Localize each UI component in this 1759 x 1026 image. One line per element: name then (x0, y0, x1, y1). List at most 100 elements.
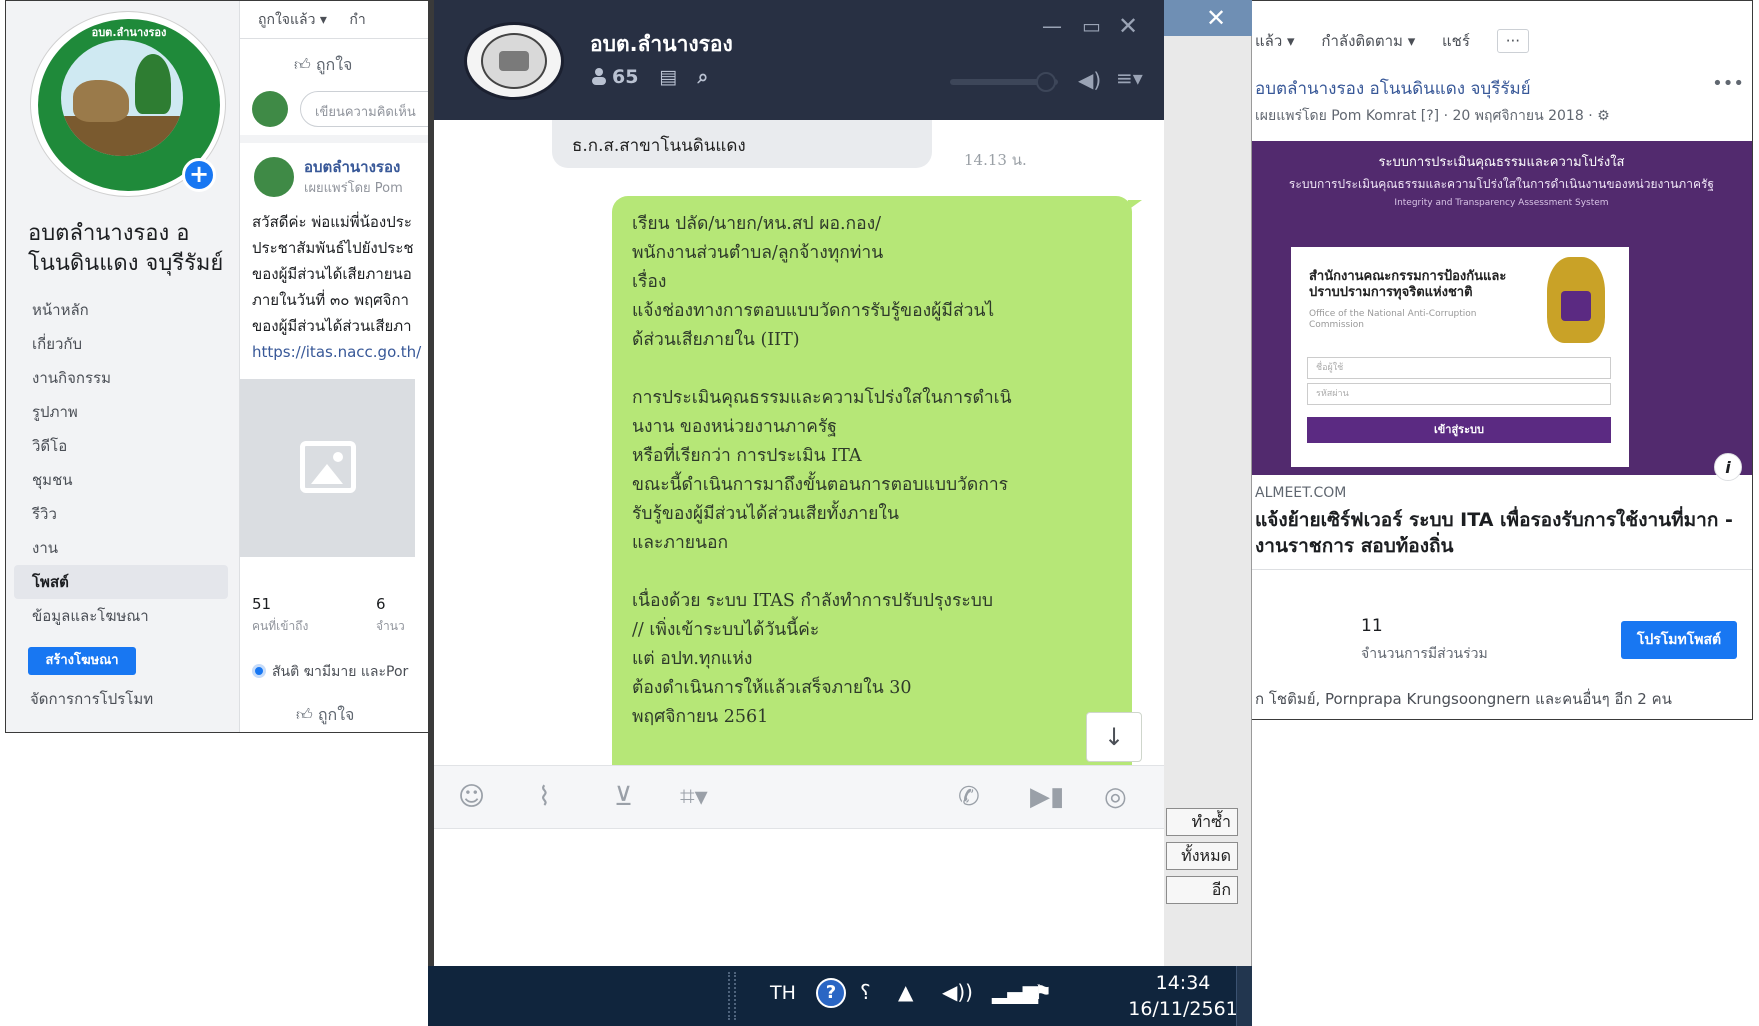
more-button[interactable]: อีก (1166, 876, 1238, 904)
avatar (252, 91, 288, 127)
minimize-icon[interactable]: — (1042, 14, 1062, 38)
save-icon[interactable]: ⊻ (614, 782, 633, 812)
chat-messages[interactable]: ธ.ก.ส.สาขาโนนดินแดง 14.13 น. เรียน ปลัด/… (434, 120, 1164, 766)
message-line: หรือที่เรียกว่า การประเมิน ITA (632, 446, 862, 466)
comment-composer: เขียนความคิดเห็น (240, 83, 429, 143)
message-input[interactable] (434, 830, 1164, 966)
message-line: เนื่องด้วย ระบบ ITAS กำลังทำการปรับปรุงร… (632, 591, 993, 611)
nav-item-posts[interactable]: โพสต์ (14, 565, 228, 599)
post-image-placeholder[interactable] (240, 379, 415, 557)
speaker-icon[interactable]: ◀) (1078, 68, 1101, 92)
search-icon[interactable]: ⌕ (698, 66, 709, 88)
reach-label: คนที่เข้าถึง (252, 619, 309, 633)
attachment-icon[interactable]: ⌇ (538, 782, 551, 812)
help-icon[interactable]: ? (816, 978, 846, 1008)
members-icon[interactable] (590, 67, 608, 85)
boost-post-button[interactable]: โปรโมทโพสต์ (1621, 621, 1737, 659)
reactions-summary[interactable]: สันติ ฆามีมาย และPor (252, 661, 408, 683)
like-label: ถูกใจ (317, 705, 355, 724)
add-photo-icon[interactable]: + (182, 158, 216, 192)
nav-item-home[interactable]: หน้าหลัก (6, 293, 236, 327)
taskbar-grip[interactable] (728, 972, 736, 1020)
feed-action-bar: ถูกใจแล้ว ▾ กำ (240, 1, 429, 39)
notes-icon[interactable]: ▤ (659, 66, 677, 88)
action-center-flag-icon[interactable]: ⚑ (1034, 980, 1052, 1004)
nav-item-events[interactable]: งานกิจกรรม (6, 361, 236, 395)
volume-icon[interactable]: ◀)) (942, 980, 973, 1004)
outgoing-message: เรียน ปลัด/นายก/หน.สป ผอ.กอง/ พนักงานส่ว… (612, 196, 1142, 766)
post-page-title[interactable]: อบตลำนางรอง อโนนดินแดง จบุรีรัมย์ (1255, 75, 1531, 102)
show-desktop-button[interactable] (1236, 966, 1252, 1026)
post-action-bar: แล้ว ▾ กำลังติดตาม ▾ แชร์ ··· (1249, 1, 1752, 71)
login-button: เข้าสู่ระบบ (1307, 417, 1611, 443)
more-options-button[interactable]: ··· (1496, 29, 1530, 53)
pen-icon[interactable]: ⸮ (860, 980, 871, 1004)
message-line: รับรู้ของผู้มีส่วนได้ส่วนเสียทั้งภายใน (632, 504, 899, 524)
username-field: ชื่อผู้ใช้ (1307, 357, 1611, 379)
engagement-label: จำนว (376, 619, 405, 633)
post-menu-icon[interactable]: ••• (1712, 73, 1744, 94)
maximize-icon[interactable]: ▭ (1082, 14, 1101, 38)
liked-button[interactable]: ถูกใจแล้ว ▾ (258, 12, 327, 28)
show-hidden-icons-icon[interactable]: ▲ (898, 980, 913, 1004)
post-author-name[interactable]: อบตลำนางรอง (304, 155, 400, 179)
all-button[interactable]: ทั้งหมด (1166, 842, 1238, 870)
video-call-icon[interactable]: ▶▮ (1030, 782, 1064, 812)
nav-item-photos[interactable]: รูปภาพ (6, 395, 236, 429)
network-signal-icon[interactable]: ▂▄▆ (992, 980, 1038, 1004)
engagement-count: 11 (1361, 616, 1383, 636)
nav-item-videos[interactable]: วิดีโอ (6, 429, 236, 463)
follow-button[interactable]: กำ (349, 12, 365, 28)
link-domain: ALMEET.COM (1255, 485, 1347, 501)
share-button[interactable]: แชร์ (1442, 29, 1470, 53)
post-author-avatar[interactable] (252, 155, 296, 199)
thumbs-up-icon: 👍︎ (296, 705, 318, 724)
org-name: สำนักงานคณะกรรมการป้องกันและ ปราบปรามการ… (1309, 269, 1507, 300)
close-icon[interactable]: ✕ (1118, 12, 1138, 40)
nav-item-info-ads[interactable]: ข้อมูลและโฆษณา (6, 599, 236, 633)
liked-button[interactable]: แล้ว ▾ (1255, 29, 1295, 53)
clock-date: 16/11/2561 (1128, 998, 1238, 1020)
message-line: ขณะนี้ดำเนินการมาถึงขั้นตอนการตอบแบบวัดก… (632, 475, 1009, 495)
message-line: การประเมินคุณธรรมและความโปร่งใสในการดำเน… (632, 388, 1012, 408)
nav-item-community[interactable]: ชุมชน (6, 463, 236, 497)
link-headline[interactable]: แจ้งย้ายเซิร์ฟเวอร์ ระบบ ITA เพื่อรองรับ… (1255, 507, 1749, 559)
post-link[interactable]: https://itas.nacc.go.th/ (252, 339, 429, 365)
reactions-summary[interactable]: ก โชติมย์, Pornprapa Krungsoongnern และค… (1255, 687, 1672, 711)
repeat-button[interactable]: ทำซ้ำ (1166, 808, 1238, 836)
menu-icon[interactable]: ≡▾ (1116, 66, 1143, 90)
engagement-count-label: จำนวนการมีส่วนร่วม (1361, 646, 1488, 662)
nav-item-reviews[interactable]: รีวิว (6, 497, 236, 531)
screenshot-crop-icon[interactable]: ⌗▾ (680, 782, 708, 813)
following-button[interactable]: กำลังติดตาม ▾ (1321, 29, 1415, 53)
group-avatar[interactable] (464, 22, 564, 100)
like-button-bottom[interactable]: 👍︎ ถูกใจ (296, 703, 354, 728)
like-button[interactable]: 👍︎ ถูกใจ (240, 39, 429, 83)
live-icon[interactable]: ◎ (1104, 782, 1127, 812)
nacc-emblem-icon (1547, 257, 1605, 343)
info-icon[interactable]: i (1714, 453, 1742, 481)
call-icon[interactable]: ✆ (958, 782, 980, 812)
post-text: สวัสดีค่ะ พ่อแม่พี่น้องประ ประชาสัมพันธ์… (240, 201, 429, 365)
clock[interactable]: 14:34 16/11/2561 (1128, 970, 1238, 1022)
link-preview-image[interactable]: ระบบการประเมินคุณธรรมและความโปร่งใส ระบบ… (1249, 141, 1752, 475)
manage-promotions-link[interactable]: จัดการการโปรโมท (30, 687, 153, 711)
message-line: เรื่อง (632, 272, 667, 292)
scroll-down-button[interactable]: ↓ (1086, 712, 1142, 762)
post-line: สวัสดีค่ะ พ่อแม่พี่น้องประ (252, 213, 412, 231)
org-name-en: Office of the National Anti-Corruption C… (1309, 309, 1477, 330)
volume-slider-knob[interactable] (1036, 72, 1056, 92)
banner-subtitle-en: Integrity and Transparency Assessment Sy… (1394, 198, 1609, 208)
language-indicator[interactable]: TH (770, 982, 796, 1004)
logo-emblem (61, 40, 183, 156)
post-meta: เผยแพร่โดย Pom Komrat [?] · 20 พฤศจิกายน… (1255, 108, 1610, 124)
message-line: พนักงานส่วนตำบล/ลูกจ้างทุกท่าน (632, 243, 884, 263)
comment-input[interactable]: เขียนความคิดเห็น (300, 91, 429, 127)
emoji-icon[interactable]: ☺ (458, 782, 485, 812)
nav-item-about[interactable]: เกี่ยวกับ (6, 327, 236, 361)
close-icon[interactable]: ✕ (1192, 5, 1240, 31)
create-ad-button[interactable]: สร้างโฆษณา (28, 647, 136, 675)
engagement-number: 6 (376, 595, 386, 613)
nav-item-jobs[interactable]: งาน (6, 531, 236, 565)
